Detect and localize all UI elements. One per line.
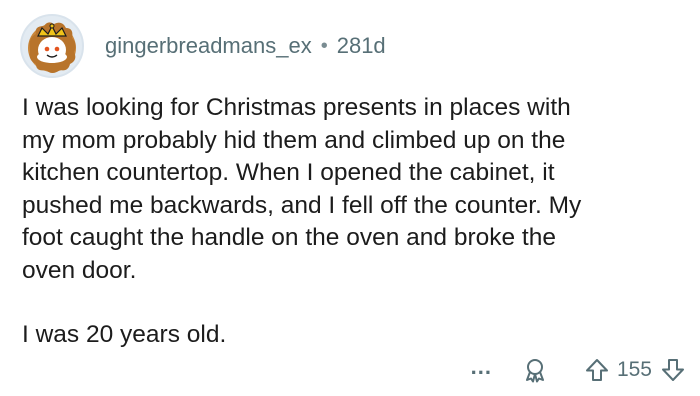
comment-header: gingerbreadmans_ex • 281d — [20, 14, 386, 78]
vote-count: 155 — [616, 358, 652, 381]
comment-actions: ... 155 — [471, 352, 686, 388]
downvote-arrow-icon[interactable] — [660, 357, 686, 383]
comment-paragraph: I was looking for Christmas presents in … — [22, 94, 582, 284]
comment-paragraph: I was 20 years old. — [22, 321, 227, 348]
author-username[interactable]: gingerbreadmans_ex — [105, 35, 312, 57]
upvote-arrow-icon[interactable] — [584, 357, 610, 383]
award-icon[interactable] — [522, 357, 548, 383]
more-options-button[interactable]: ... — [471, 356, 492, 378]
comment-meta: gingerbreadmans_ex • 281d — [105, 35, 386, 57]
comment-body: I was looking for Christmas presents in … — [22, 92, 682, 352]
meta-separator: • — [320, 35, 328, 57]
comment-age: 281d — [336, 33, 386, 58]
avatar[interactable] — [20, 14, 84, 78]
comment: gingerbreadmans_ex • 281d I was looking … — [0, 0, 700, 396]
